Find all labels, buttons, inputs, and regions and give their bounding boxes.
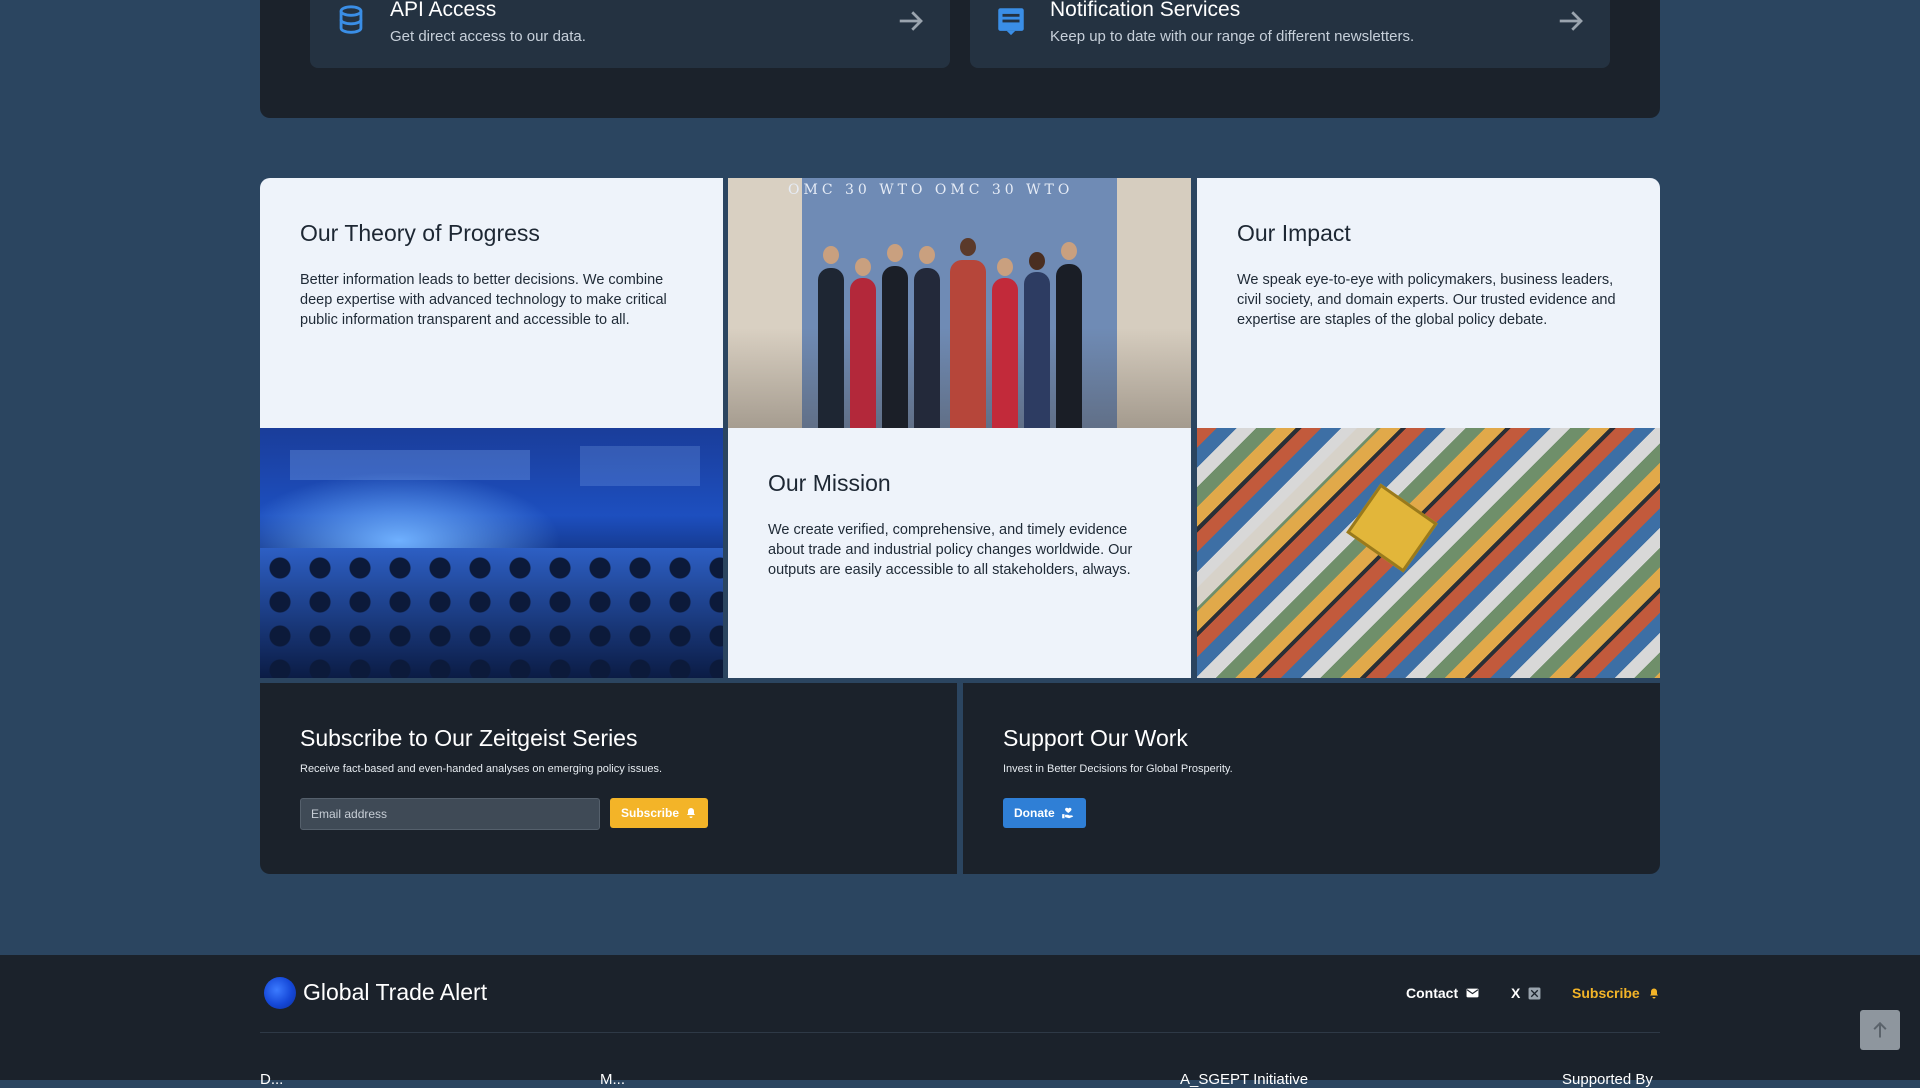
- person-figure: [1056, 264, 1082, 428]
- person-figure: [914, 268, 940, 428]
- person-head: [1061, 242, 1077, 260]
- person-head: [960, 238, 976, 256]
- hand-heart-icon: [1061, 807, 1073, 819]
- email-field[interactable]: [300, 798, 600, 830]
- wto-banner-text: OMC 30 WTO OMC 30 WTO: [788, 182, 1074, 198]
- panel-description: Invest in Better Decisions for Global Pr…: [1003, 763, 1233, 775]
- wto-group-photo: OMC 30 WTO OMC 30 WTO: [728, 178, 1191, 428]
- tile-body: We create verified, comprehensive, and t…: [768, 522, 1133, 578]
- person-head: [919, 246, 935, 264]
- person-figure: [1024, 272, 1050, 428]
- bell-icon: [687, 808, 696, 818]
- panel-title: Subscribe to Our Zeitgeist Series: [300, 725, 638, 751]
- site-logo-text[interactable]: Global Trade Alert: [303, 979, 487, 1006]
- panel-description: Receive fact-based and even-handed analy…: [300, 763, 662, 775]
- arrow-right-icon: [1559, 11, 1583, 31]
- person-head: [855, 258, 871, 276]
- tile-body: We speak eye-to-eye with policymakers, b…: [1237, 272, 1616, 328]
- donate-button[interactable]: Donate: [1003, 798, 1086, 828]
- person-head: [997, 258, 1013, 276]
- service-title: API Access: [390, 0, 497, 21]
- person-figure: [882, 266, 908, 428]
- person-head: [1029, 252, 1045, 270]
- globe-logo-icon[interactable]: [264, 977, 296, 1009]
- service-card-notification-services[interactable]: Notification Services Keep up to date wi…: [970, 0, 1610, 68]
- donate-button-label: Donate: [1014, 806, 1055, 820]
- person-figure: [818, 268, 844, 428]
- subscribe-button-label: Subscribe: [621, 806, 680, 820]
- panel-title: Support Our Work: [1003, 725, 1188, 751]
- our-mission-tile: Our Mission We create verified, comprehe…: [728, 428, 1191, 678]
- service-title: Notification Services: [1050, 0, 1241, 21]
- shipping-containers-photo: [1197, 428, 1660, 678]
- service-card-api-access[interactable]: API Access Get direct access to our data…: [310, 0, 950, 68]
- scroll-to-top-button[interactable]: [1860, 1010, 1900, 1050]
- footer-link-label: Contact: [1406, 985, 1459, 1001]
- tile-title: Our Impact: [1237, 220, 1351, 246]
- footer-x-link[interactable]: X: [1511, 985, 1541, 1001]
- conference-photo: [260, 428, 723, 678]
- about-grid: Our Theory of Progress Better informatio…: [260, 178, 1660, 678]
- footer-link-label: X: [1511, 985, 1521, 1001]
- tile-title: Our Theory of Progress: [300, 220, 540, 246]
- footer-subscribe-link[interactable]: Subscribe: [1572, 985, 1660, 1001]
- person-figure: [950, 260, 986, 428]
- arrow-right-icon: [899, 11, 923, 31]
- newsletter-icon: [998, 8, 1024, 36]
- site-footer: Global Trade Alert Contact X Subscribe D…: [0, 955, 1920, 1088]
- stage-screen: [290, 450, 530, 480]
- subscribe-button[interactable]: Subscribe: [610, 798, 709, 828]
- footer-contact-link[interactable]: Contact: [1406, 985, 1479, 1001]
- stage-screen: [580, 446, 700, 486]
- person-head: [823, 246, 839, 264]
- x-logo-icon: [1528, 987, 1541, 999]
- crane: [1346, 483, 1438, 573]
- subscribe-panel: Subscribe to Our Zeitgeist Series Receiv…: [260, 683, 957, 874]
- services-panel: API Access Get direct access to our data…: [260, 0, 1660, 118]
- person-figure: [850, 278, 876, 428]
- our-impact-tile: Our Impact We speak eye-to-eye with poli…: [1197, 178, 1660, 428]
- database-icon: [339, 5, 363, 34]
- footer-divider: [260, 1032, 1660, 1033]
- service-description: Keep up to date with our range of differ…: [1050, 28, 1415, 45]
- service-description: Get direct access to our data.: [390, 28, 586, 45]
- tile-title: Our Mission: [768, 470, 891, 496]
- person-head: [887, 244, 903, 262]
- bell-icon: [1649, 988, 1658, 998]
- arrow-up-icon: [1873, 1021, 1887, 1038]
- mail-icon: [1466, 988, 1479, 998]
- theory-of-progress-tile: Our Theory of Progress Better informatio…: [260, 178, 723, 428]
- audience: [260, 548, 723, 678]
- support-panel: Support Our Work Invest in Better Decisi…: [963, 683, 1660, 874]
- person-figure: [992, 278, 1018, 428]
- footer-link-label: Subscribe: [1572, 985, 1640, 1001]
- tile-body: Better information leads to better decis…: [300, 272, 667, 328]
